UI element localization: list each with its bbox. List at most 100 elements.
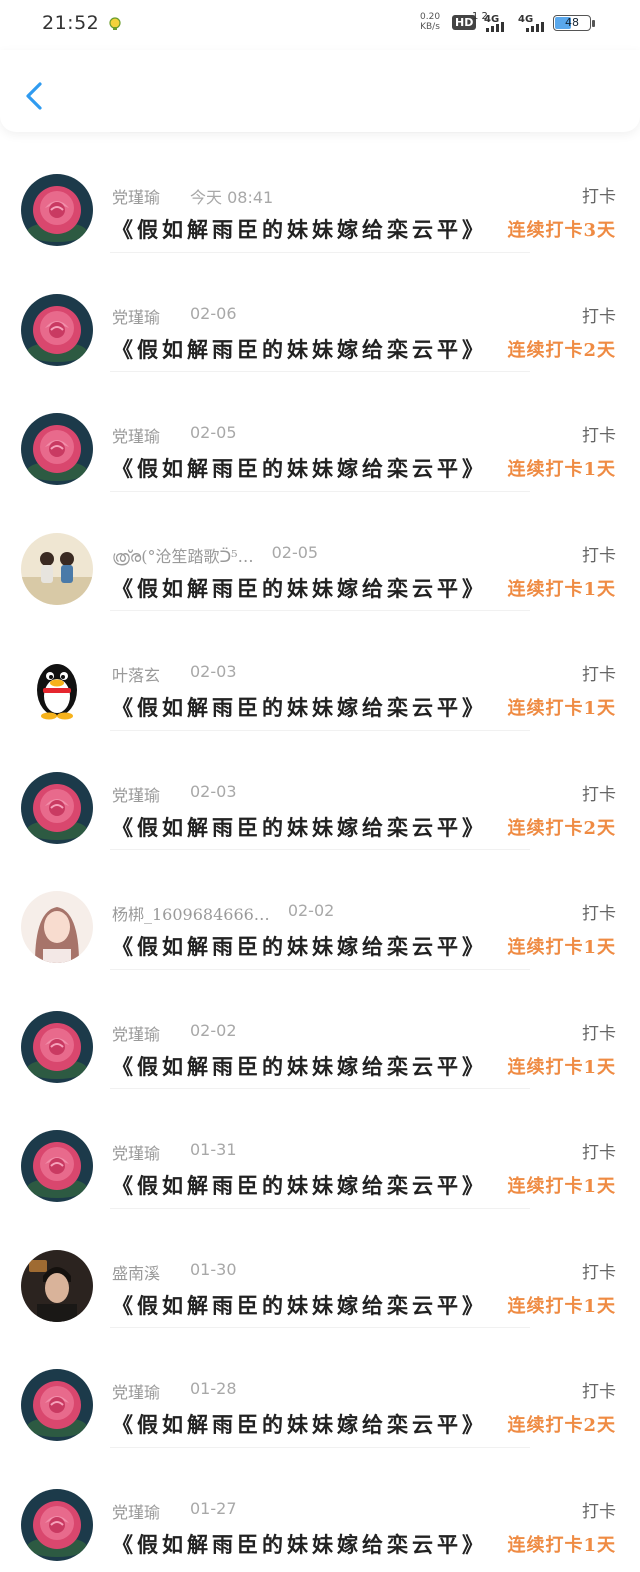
book-title: 《假如解雨臣的妹妹嫁给栾云平》 <box>112 1412 487 1437</box>
book-title: 《假如解雨臣的妹妹嫁给栾云平》 <box>112 814 487 840</box>
user-name[interactable]: 党瑾瑜 <box>112 423 160 447</box>
checkin-row[interactable]: 党瑾瑜 01-27 《假如解雨臣的妹妹嫁给栾云平》 打卡 连续打卡1天 <box>0 1446 640 1567</box>
streak-badge: 连续打卡1天 <box>507 578 616 600</box>
checkin-row[interactable]: ത്ര്ര(°沧笙踏歌ᑒ⁵… 02-05 《假如解雨臣的妹妹嫁给栾云平》 打卡 … <box>0 490 640 611</box>
checkin-row[interactable]: 杨梆_1609684666… 02-02 《假如解雨臣的妹妹嫁给栾云平》 打卡 … <box>0 849 640 969</box>
checkin-date: 今天 08:41 <box>190 188 274 207</box>
user-avatar[interactable] <box>21 174 93 246</box>
streak-badge: 连续打卡2天 <box>507 339 616 361</box>
book-title: 《假如解雨臣的妹妹嫁给栾云平》 <box>112 217 487 242</box>
checkin-action-label: 打卡 <box>582 1382 616 1402</box>
row-divider <box>110 490 530 492</box>
book-title: 《假如解雨臣的妹妹嫁给栾云平》 <box>112 1053 487 1079</box>
user-avatar[interactable] <box>21 1488 93 1561</box>
row-divider <box>110 371 530 372</box>
streak-badge: 连续打卡1天 <box>507 459 616 480</box>
user-name[interactable]: 党瑾瑜 <box>112 782 160 806</box>
streak-badge: 连续打卡1天 <box>507 1056 616 1078</box>
book-title: 《假如解雨臣的妹妹嫁给栾云平》 <box>112 575 487 601</box>
status-bar: 21:52 0.20 KB/s HD 1 2 4G 4G 48 <box>0 0 640 50</box>
checkin-row[interactable]: 叶落玄 02-03 《假如解雨臣的妹妹嫁给栾云平》 打卡 连续打卡1天 <box>0 610 640 730</box>
user-avatar[interactable] <box>21 1249 93 1322</box>
battery-icon: 48 <box>553 15 591 31</box>
checkin-date: 02-02 <box>190 1020 237 1040</box>
row-divider <box>110 610 530 611</box>
user-name[interactable]: 党瑾瑜 <box>112 1379 160 1403</box>
user-avatar[interactable] <box>21 1369 93 1441</box>
user-avatar[interactable] <box>21 891 93 963</box>
streak-badge: 连续打卡1天 <box>507 1176 616 1197</box>
book-title: 《假如解雨臣的妹妹嫁给栾云平》 <box>112 695 487 720</box>
user-avatar[interactable] <box>21 413 93 485</box>
checkin-date: 01-28 <box>190 1379 237 1398</box>
streak-badge: 连续打卡1天 <box>507 937 616 958</box>
checkin-action-label: 打卡 <box>582 1143 616 1163</box>
checkin-action-label: 打卡 <box>582 426 616 446</box>
user-name[interactable]: ത്ര്ര(°沧笙踏歌ᑒ⁵… <box>112 543 254 567</box>
checkin-action-label: 打卡 <box>582 545 616 566</box>
book-title: 《假如解雨臣的妹妹嫁给栾云平》 <box>112 336 487 362</box>
checkin-action-label: 打卡 <box>582 1501 616 1522</box>
checkin-action-label: 打卡 <box>582 665 616 685</box>
user-name[interactable]: 叶落玄 <box>112 662 160 686</box>
streak-badge: 连续打卡1天 <box>507 1534 616 1556</box>
signal-bars-icon-2 <box>526 18 544 32</box>
row-divider <box>110 1446 530 1448</box>
user-name[interactable]: 盛南溪 <box>112 1260 160 1284</box>
streak-badge: 连续打卡2天 <box>507 1415 616 1436</box>
checkin-row[interactable]: 党瑾瑜 01-31 《假如解雨臣的妹妹嫁给栾云平》 打卡 连续打卡1天 <box>0 1088 640 1208</box>
battery-tip <box>592 20 595 27</box>
user-name[interactable]: 党瑾瑜 <box>112 304 160 328</box>
top-nav-bar <box>0 50 640 132</box>
checkin-date: 01-30 <box>190 1259 237 1279</box>
signal-bars-icon-1 <box>486 18 504 32</box>
checkin-row[interactable]: 党瑾瑜 02-05 《假如解雨臣的妹妹嫁给栾云平》 打卡 连续打卡1天 <box>0 371 640 491</box>
checkin-date: 02-03 <box>190 781 237 801</box>
row-divider <box>110 968 530 970</box>
row-divider <box>110 1088 530 1089</box>
net-speed: 0.20 KB/s <box>420 12 441 32</box>
checkin-date: 02-06 <box>190 303 237 323</box>
user-avatar[interactable] <box>21 1010 93 1083</box>
checkin-date: 02-03 <box>190 662 237 681</box>
user-name[interactable]: 杨梆_1609684666… <box>112 901 270 925</box>
checkin-row[interactable]: 盛南溪 01-30 《假如解雨臣的妹妹嫁给栾云平》 打卡 连续打卡1天 <box>0 1207 640 1328</box>
row-divider <box>110 1327 530 1328</box>
checkin-date: 01-27 <box>190 1498 237 1518</box>
checkin-date: 02-05 <box>271 542 319 562</box>
row-divider <box>110 1207 530 1209</box>
checkin-row[interactable]: 党瑾瑜 02-03 《假如解雨臣的妹妹嫁给栾云平》 打卡 连续打卡2天 <box>0 729 640 850</box>
checkin-date: 02-02 <box>287 901 335 920</box>
checkin-action-label: 打卡 <box>582 784 616 805</box>
user-avatar[interactable] <box>21 771 93 844</box>
book-title: 《假如解雨臣的妹妹嫁给栾云平》 <box>112 456 487 481</box>
checkin-list: 党瑾瑜 今天 08:41 《假如解雨臣的妹妹嫁给栾云平》 打卡 连续打卡3天 党… <box>0 132 640 1566</box>
user-avatar[interactable] <box>21 1130 93 1202</box>
row-divider <box>110 132 530 133</box>
user-name[interactable]: 党瑾瑜 <box>112 1140 160 1164</box>
streak-badge: 连续打卡2天 <box>507 817 616 839</box>
streak-badge: 连续打卡1天 <box>507 1295 616 1317</box>
checkin-row[interactable]: 党瑾瑜 02-06 《假如解雨臣的妹妹嫁给栾云平》 打卡 连续打卡2天 <box>0 251 640 372</box>
streak-badge: 连续打卡1天 <box>507 698 616 719</box>
notification-icon <box>109 17 121 30</box>
back-arrow-icon[interactable] <box>20 76 50 116</box>
status-time: 21:52 <box>42 12 100 34</box>
book-title: 《假如解雨臣的妹妹嫁给栾云平》 <box>112 934 487 959</box>
checkin-action-label: 打卡 <box>582 306 616 327</box>
checkin-action-label: 打卡 <box>582 1023 616 1044</box>
user-name[interactable]: 党瑾瑜 <box>112 184 160 208</box>
user-name[interactable]: 党瑾瑜 <box>112 1021 160 1045</box>
user-avatar[interactable] <box>21 293 93 366</box>
checkin-date: 02-05 <box>190 423 237 442</box>
checkin-row[interactable]: 党瑾瑜 今天 08:41 《假如解雨臣的妹妹嫁给栾云平》 打卡 连续打卡3天 <box>0 132 640 252</box>
user-name[interactable]: 党瑾瑜 <box>112 1499 160 1523</box>
checkin-row[interactable]: 党瑾瑜 02-02 《假如解雨臣的妹妹嫁给栾云平》 打卡 连续打卡1天 <box>0 968 640 1089</box>
checkin-action-label: 打卡 <box>582 187 616 207</box>
row-divider <box>110 729 530 731</box>
book-title: 《假如解雨臣的妹妹嫁给栾云平》 <box>112 1173 487 1198</box>
checkin-row[interactable]: 党瑾瑜 01-28 《假如解雨臣的妹妹嫁给栾云平》 打卡 连续打卡2天 <box>0 1327 640 1447</box>
streak-badge: 连续打卡3天 <box>507 220 616 241</box>
user-avatar[interactable] <box>21 652 93 724</box>
user-avatar[interactable] <box>21 532 93 605</box>
